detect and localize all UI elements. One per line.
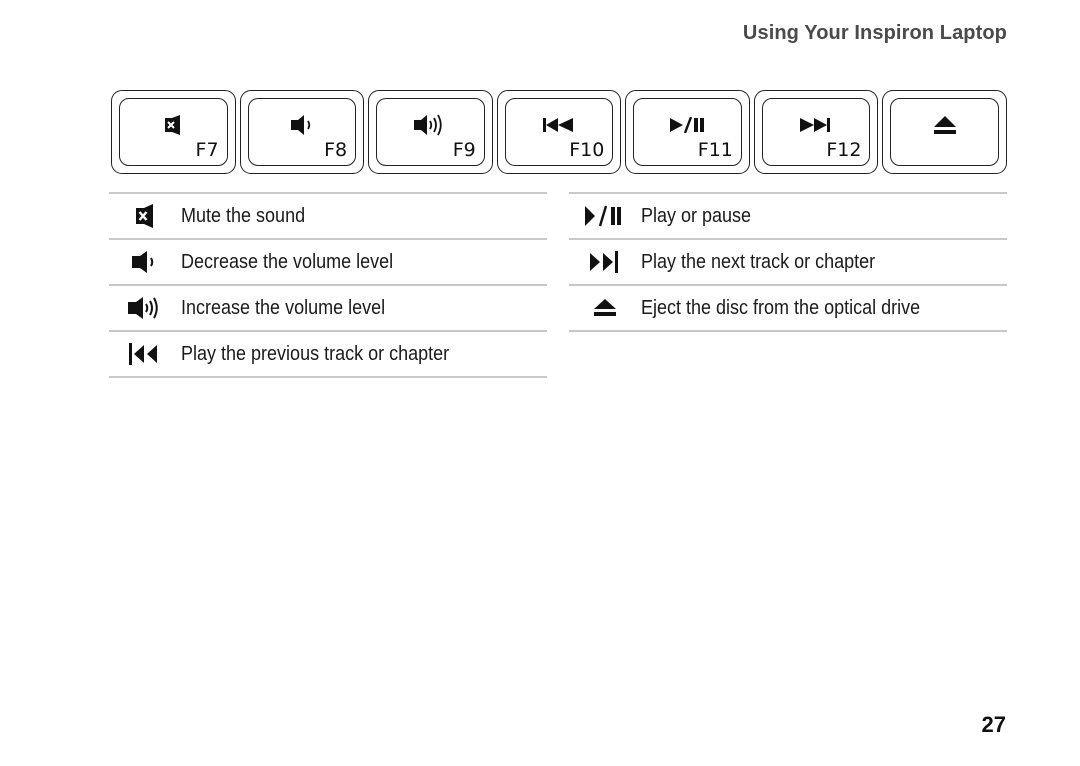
description-text: Decrease the volume level <box>181 250 394 273</box>
description-row-eject: Eject the disc from the optical drive <box>569 284 1007 332</box>
key-eject <box>882 90 1008 174</box>
eject-icon <box>569 296 641 320</box>
key-label: F12 <box>826 139 862 161</box>
key-f7: F7 <box>111 90 236 174</box>
description-text: Play the next track or chapter <box>641 250 876 273</box>
volume-down-icon <box>109 250 181 274</box>
description-text: Play or pause <box>641 204 752 227</box>
description-row-volume-down: Decrease the volume level <box>109 238 547 284</box>
previous-track-icon <box>109 342 181 366</box>
key-label: F11 <box>697 139 733 161</box>
description-text: Eject the disc from the optical drive <box>641 296 921 319</box>
function-keys-illustration: F7 F8 F9 F10 F11 F12 <box>111 90 1008 175</box>
volume-down-icon <box>284 114 320 136</box>
function-descriptions-left: Mute the sound Decrease the volume level… <box>109 192 547 378</box>
previous-track-icon <box>541 114 577 136</box>
page-header-title: Using Your Inspiron Laptop <box>742 22 1007 44</box>
description-row-previous-track: Play the previous track or chapter <box>109 330 547 378</box>
key-f11: F11 <box>625 90 750 174</box>
page-number: 27 <box>981 712 1006 737</box>
mute-icon <box>155 114 191 136</box>
key-f9: F9 <box>368 90 493 174</box>
key-label: F7 <box>195 139 219 161</box>
volume-up-icon <box>412 114 448 136</box>
next-track-icon <box>798 114 834 136</box>
description-row-mute: Mute the sound <box>109 192 547 238</box>
description-text: Mute the sound <box>181 204 306 227</box>
description-text: Increase the volume level <box>181 296 386 319</box>
description-row-play-pause: Play or pause <box>569 192 1007 238</box>
description-row-next-track: Play the next track or chapter <box>569 238 1007 284</box>
description-text: Play the previous track or chapter <box>181 342 450 365</box>
play-pause-icon <box>569 204 641 228</box>
key-label: F8 <box>324 139 348 161</box>
mute-icon <box>109 204 181 228</box>
key-label: F10 <box>569 139 605 161</box>
key-f8: F8 <box>239 90 365 174</box>
volume-up-icon <box>109 296 181 320</box>
description-row-volume-up: Increase the volume level <box>109 284 547 330</box>
eject-icon <box>927 114 963 136</box>
play-pause-icon <box>669 114 706 136</box>
key-f12: F12 <box>753 90 879 174</box>
key-f10: F10 <box>496 90 622 174</box>
next-track-icon <box>569 250 641 274</box>
function-descriptions-right: Play or pause Play the next track or cha… <box>569 192 1007 332</box>
key-label: F9 <box>452 139 476 161</box>
